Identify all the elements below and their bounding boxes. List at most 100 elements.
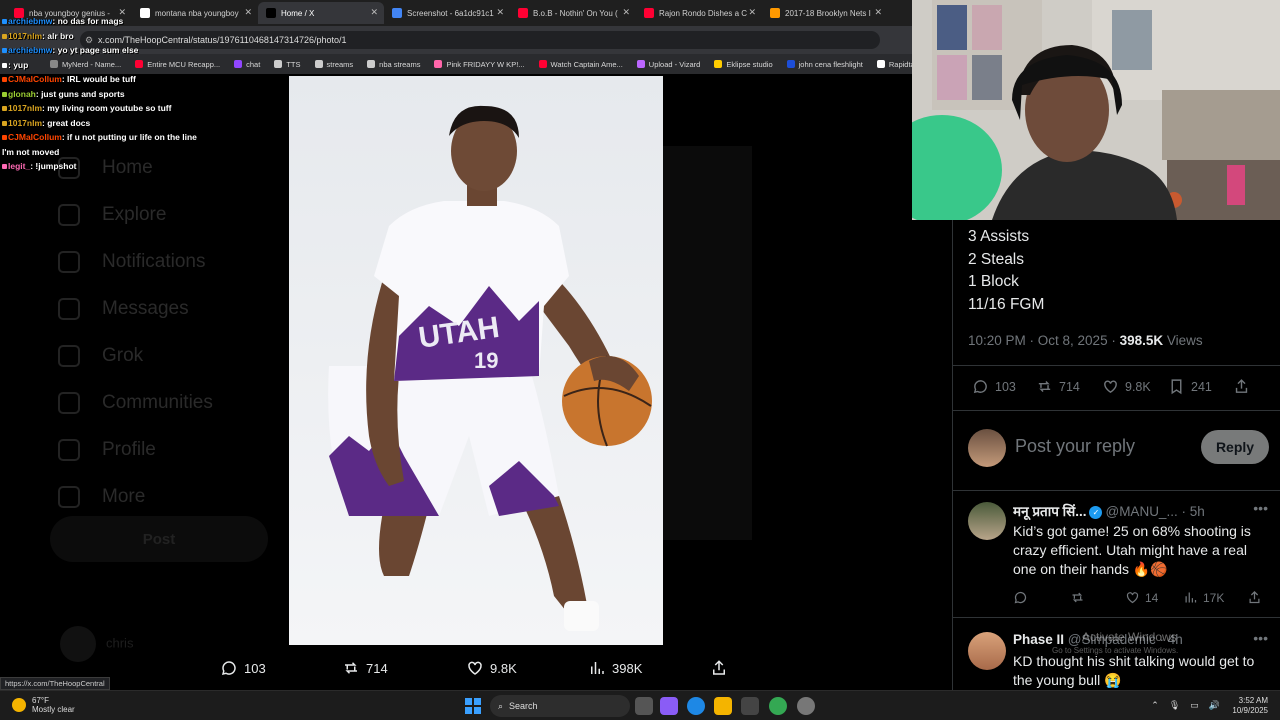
media-photo[interactable]: UTAH 19 [289, 76, 663, 645]
chat-username: archiebmw [8, 16, 53, 26]
bookmark-label: john cena fleshlight [798, 59, 863, 69]
chrome-icon[interactable] [769, 697, 787, 715]
chat-username: CJMalCollum [8, 132, 62, 142]
more-options-icon[interactable]: ••• [1253, 500, 1268, 516]
browser-tab[interactable]: Rajon Rondo Dishes a C ✕ [636, 2, 762, 24]
chat-username: 1017nlm [8, 30, 43, 41]
bookmark-label: Pink FRIDAYY W KP!... [446, 59, 525, 69]
nav-communities[interactable]: Communities [58, 379, 288, 426]
share-button[interactable] [1247, 590, 1262, 605]
chat-badge-icon [2, 62, 7, 68]
browser-tab[interactable]: B.o.B - Nothin' On You (✕ [510, 2, 636, 24]
chat-message: CJMalCollum: IRL would be tuff [2, 72, 207, 87]
reply-submit-button[interactable]: Reply [1201, 430, 1269, 464]
bookmark-button[interactable]: 241 [1168, 378, 1212, 395]
chat-text: my living room youtube so tuff [47, 103, 172, 113]
repost-button[interactable]: 714 [1036, 378, 1080, 395]
divider [953, 365, 1280, 366]
chat-username: 1017nlm [8, 103, 43, 113]
bookmark-item[interactable]: Pink FRIDAYY W KP!... [434, 59, 525, 69]
browser-tab[interactable]: Screenshot - 6a1dc91c1 ✕ [384, 2, 510, 24]
photo-like-count: 9.8K [490, 660, 517, 676]
more-options-icon[interactable]: ••• [1253, 630, 1268, 646]
avatar [968, 429, 1006, 467]
weather-widget[interactable]: 67°F Mostly clear [12, 696, 75, 714]
reply-input[interactable]: Post your reply [1015, 436, 1135, 457]
chevron-up-icon[interactable]: ⌃ [1151, 700, 1159, 711]
side-navigation: Home Explore Notifications Messages Grok… [58, 144, 288, 520]
close-icon[interactable]: ✕ [370, 7, 378, 18]
avatar [60, 626, 96, 662]
close-icon[interactable]: ✕ [496, 7, 504, 18]
volume-icon[interactable]: 🔊 [1209, 700, 1220, 711]
bookmark-item[interactable]: streams [314, 59, 354, 69]
chat-message: 1017nlm: my living room youtube so tuff [2, 101, 207, 116]
reply-button[interactable]: 103 [972, 378, 1016, 395]
task-view-icon[interactable] [635, 697, 653, 715]
edge-icon[interactable] [687, 697, 705, 715]
chat-text: no das for mags [57, 16, 124, 26]
photo-like-button[interactable]: 9.8K [466, 659, 517, 677]
photo-repost-button[interactable]: 714 [342, 659, 388, 677]
windows-start-icon[interactable] [465, 698, 481, 714]
photo-reply-count: 103 [244, 660, 266, 676]
bookmark-item[interactable]: john cena fleshlight [786, 59, 863, 69]
bookmark-favicon-icon [314, 60, 323, 68]
like-button[interactable]: 9.8K [1102, 378, 1151, 395]
tweet-views-label: Views [1163, 333, 1203, 348]
chat-message: archiebmw: yo yt page sum else [2, 43, 207, 58]
post-button[interactable]: Post [50, 516, 268, 562]
close-icon[interactable]: ✕ [622, 7, 630, 18]
bookmark-label: Upload - Vizard [648, 59, 701, 69]
taskbar-search[interactable]: ⌕ Search [490, 695, 630, 717]
bookmark-item[interactable]: Watch Captain Ame... [538, 60, 623, 69]
bookmark-item[interactable]: Upload - Vizard [636, 59, 701, 69]
nav-explore[interactable]: Explore [58, 191, 288, 238]
photo-share-button[interactable] [710, 659, 728, 677]
views-button[interactable]: 17K [1183, 590, 1224, 605]
app-icon[interactable] [797, 697, 815, 715]
photo-views-button[interactable]: 398K [588, 659, 642, 677]
bookmark-item[interactable]: Eklipse studio [714, 60, 773, 69]
repost-button[interactable] [1070, 590, 1090, 605]
share-button[interactable] [1233, 378, 1250, 395]
tweet-time: 10:20 PM · Oct 8, 2025 · [968, 333, 1120, 348]
bookmark-label: streams [326, 59, 354, 69]
reply-text: Kid’s got game! 25 on 68% shooting is cr… [1013, 523, 1251, 577]
close-icon[interactable]: ✕ [748, 7, 756, 18]
nav-notifications[interactable]: Notifications [58, 238, 288, 285]
search-icon [58, 203, 80, 226]
reply-button[interactable] [1013, 590, 1028, 605]
bookmark-favicon-icon [434, 60, 443, 68]
network-icon[interactable]: ▭ [1190, 700, 1199, 711]
chat-text: just guns and sports [41, 88, 125, 99]
file-explorer-icon[interactable] [714, 697, 732, 715]
taskbar-clock[interactable]: 3:52 AM 10/9/2025 [1232, 696, 1268, 716]
bookmark-item[interactable]: nba streams [367, 60, 420, 69]
microphone-icon[interactable]: 🎙 [1169, 700, 1180, 711]
account-switcher[interactable]: chris [60, 626, 133, 662]
bookmark-item[interactable]: TTS [274, 60, 301, 69]
reply-icon [1014, 591, 1027, 604]
nav-grok[interactable]: Grok [58, 332, 288, 379]
nav-more[interactable]: More [58, 473, 288, 520]
more-circle-icon [58, 485, 80, 508]
browser-tab[interactable]: 2017-18 Brooklyn Nets I ✕ [762, 2, 888, 24]
nav-messages[interactable]: Messages [58, 285, 288, 332]
windows-taskbar: 67°F Mostly clear ⌕ Search ⌃ 🎙 ▭ 🔊 3:52 AM… [0, 690, 1280, 720]
copilot-icon[interactable] [660, 697, 678, 715]
bookmark-item[interactable]: chat [234, 60, 260, 69]
divider [953, 490, 1280, 491]
like-button[interactable]: 14 [1125, 590, 1158, 605]
close-icon[interactable]: ✕ [874, 7, 882, 18]
nav-profile[interactable]: Profile [58, 426, 288, 473]
reply-count: 103 [995, 379, 1016, 394]
weather-moon-icon [12, 698, 26, 712]
browser-tab[interactable]: Home / X ✕ [258, 2, 384, 24]
taskbar-search-label: Search [509, 701, 538, 711]
bookmark-favicon-icon [538, 60, 547, 68]
store-icon[interactable] [741, 697, 759, 715]
photo-reply-button[interactable]: 103 [220, 659, 266, 677]
close-icon[interactable]: ✕ [244, 7, 252, 18]
tweet-timestamp[interactable]: 10:20 PM · Oct 8, 2025 · 398.5K Views [968, 333, 1203, 348]
